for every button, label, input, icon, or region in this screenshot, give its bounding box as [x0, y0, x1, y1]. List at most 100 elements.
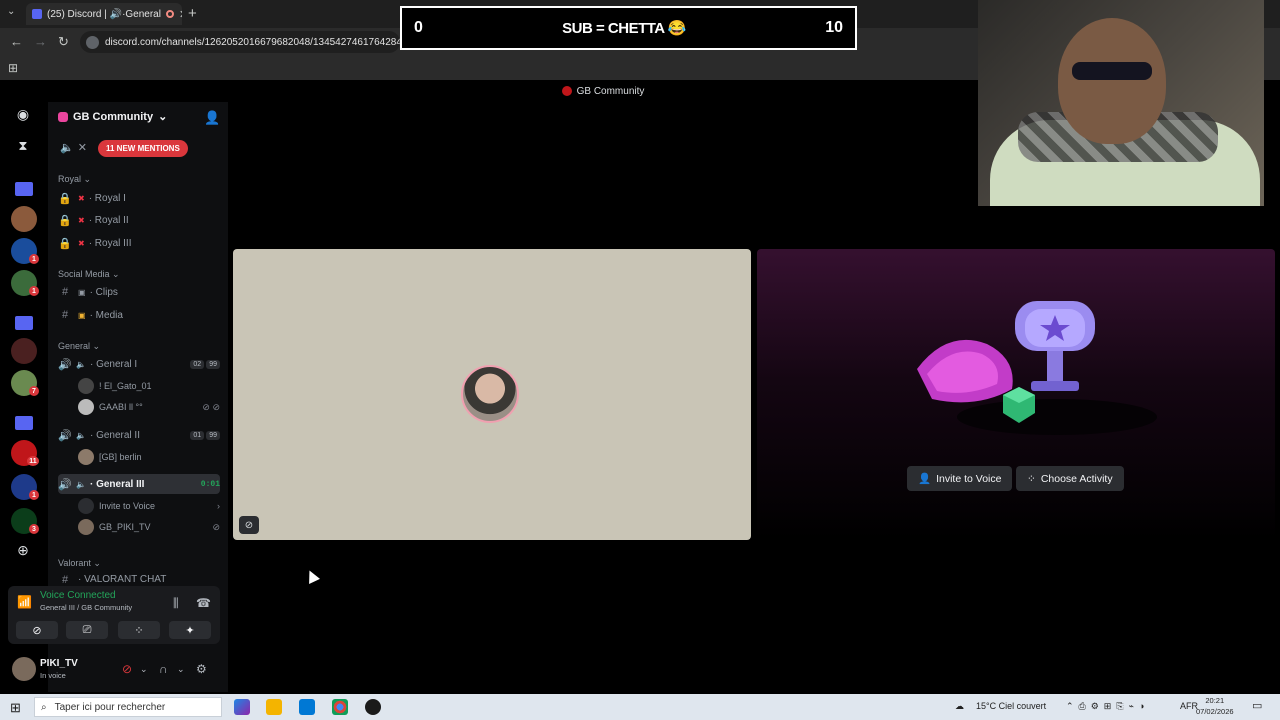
chevron-down-icon[interactable]: ⌄: [177, 664, 185, 675]
channel-clips[interactable]: # ▣ · Clips: [58, 282, 220, 302]
trophy-illustration: [917, 301, 1157, 435]
category-valorant[interactable]: Valorant ⌄: [58, 558, 101, 569]
voice-status[interactable]: Voice Connected: [40, 590, 116, 601]
category-general[interactable]: General ⌄: [58, 341, 100, 352]
invite-icon: [78, 498, 94, 514]
voice-timer: 0:01: [200, 479, 220, 489]
chevron-down-icon: ⌄: [158, 111, 168, 123]
server-icon-2[interactable]: 1: [11, 238, 39, 264]
chevron-right-icon: ›: [217, 501, 220, 511]
hash-icon: #: [61, 286, 69, 298]
server-folder-icon[interactable]: [15, 416, 33, 430]
obs-icon[interactable]: [365, 699, 381, 715]
discord-home-icon[interactable]: ◉: [11, 106, 35, 126]
windows-start-icon[interactable]: ⊞: [10, 700, 21, 716]
lock-icon: 🔒: [58, 237, 72, 250]
noise-suppression-icon[interactable]: ⫼: [173, 596, 179, 611]
recording-icon: [165, 10, 174, 18]
server-icon-3[interactable]: 1: [11, 270, 39, 296]
server-header[interactable]: GB Community ⌄: [58, 110, 167, 123]
store-icon[interactable]: [299, 699, 315, 715]
copilot-icon[interactable]: [234, 699, 250, 715]
voice-user[interactable]: GAABI ll °° ⊘ ⊘: [78, 397, 220, 417]
server-icon: [561, 86, 572, 96]
mute-mic-icon[interactable]: ⊘: [122, 662, 132, 676]
chevron-down-icon[interactable]: ⌄: [140, 664, 148, 675]
speaker-icon: 🔊: [58, 478, 72, 491]
site-info-icon[interactable]: [86, 35, 99, 49]
avatar[interactable]: [12, 657, 36, 681]
invite-to-voice-button[interactable]: 👤 Invite to Voice: [907, 466, 1013, 491]
server-icon-7[interactable]: 3: [11, 508, 39, 534]
server-folder-icon[interactable]: [15, 316, 33, 330]
activities-button[interactable]: ⁘: [118, 621, 160, 639]
apps-grid-icon[interactable]: ⊞: [8, 61, 18, 75]
category-social-media[interactable]: Social Media ⌄: [58, 269, 120, 280]
avatar: [461, 365, 519, 423]
headphones-icon[interactable]: ∩: [159, 662, 168, 676]
invite-member-icon[interactable]: 👤: [204, 110, 220, 126]
add-user-icon: 👤: [918, 473, 932, 485]
server-icon-5[interactable]: 7: [11, 370, 39, 396]
window-title-text: GB Community: [576, 85, 645, 97]
channel-valorant-chat[interactable]: # · VALORANT CHAT: [58, 574, 220, 584]
new-mentions-pill[interactable]: 11 NEW MENTIONS: [98, 140, 188, 157]
reload-icon[interactable]: ↻: [58, 34, 69, 50]
server-badge: 1: [29, 286, 39, 296]
forward-arrow-icon[interactable]: →: [34, 34, 47, 49]
invite-to-voice-row[interactable]: Invite to Voice ›: [78, 496, 220, 516]
channel-royal-2[interactable]: 🔒 ✖ · Royal II: [58, 210, 220, 230]
muted-icon: ⊘: [239, 516, 259, 534]
close-tab-icon[interactable]: ✕: [179, 8, 182, 21]
weather-text[interactable]: 15°C Ciel couvert: [976, 701, 1046, 711]
overlay-center-text: SUB = CHETTA 😂: [562, 20, 686, 37]
server-icon-4[interactable]: [11, 338, 37, 364]
soundboard-button[interactable]: ✦: [169, 621, 211, 639]
category-royal[interactable]: Royal ⌄: [58, 174, 91, 185]
channel-royal-3[interactable]: 🔒 ✖ · Royal III: [58, 233, 220, 253]
tab-search-chevron-icon[interactable]: ⌄: [7, 6, 15, 17]
settings-gear-icon[interactable]: ⚙: [196, 662, 207, 676]
voice-channel-label[interactable]: General III / GB Community: [40, 603, 132, 612]
server-badge: 3: [29, 524, 39, 534]
system-tray-icons[interactable]: ⌃⎙⚙⊞⎘⌁◑: [1066, 701, 1149, 712]
screen-share-button[interactable]: ⎚: [66, 621, 108, 639]
url-field[interactable]: discord.com/channels/1262052016679682048…: [80, 31, 400, 53]
channel-royal-1[interactable]: 🔒 ✖ · Royal I: [58, 188, 220, 208]
add-server-icon[interactable]: ⊕: [11, 542, 35, 562]
server-badge: 11: [27, 456, 39, 466]
search-icon: ⌕: [41, 701, 47, 713]
username[interactable]: PIKI_TV: [40, 658, 78, 669]
server-icon-1[interactable]: [11, 206, 37, 232]
new-tab-button[interactable]: +: [188, 5, 197, 22]
server-icon-gb-community[interactable]: 11: [11, 440, 39, 466]
taskbar-clock[interactable]: 20:21 07/02/2026: [1196, 695, 1234, 717]
back-arrow-icon[interactable]: ←: [10, 34, 23, 49]
voice-user[interactable]: [GB] berlin: [78, 447, 220, 467]
voice-user-tile[interactable]: ⊘: [233, 249, 751, 540]
choose-activity-button[interactable]: ⁘ Choose Activity: [1016, 466, 1124, 491]
file-explorer-icon[interactable]: [266, 699, 282, 715]
discord-window-title: GB Community: [228, 80, 978, 102]
tab-title: (25) Discord | 🔊·General: [47, 8, 161, 20]
chrome-icon[interactable]: [332, 699, 348, 715]
weather-icon[interactable]: ☁: [955, 701, 964, 712]
voice-user[interactable]: GB_PIKI_TV ⊘: [78, 517, 220, 537]
hourglass-icon[interactable]: ⧗: [11, 138, 35, 158]
disconnect-icon[interactable]: ☎: [196, 596, 211, 610]
server-icon-6[interactable]: 1: [11, 474, 39, 500]
server-badge-icon: [58, 111, 68, 122]
server-folder-icon[interactable]: [15, 182, 33, 196]
notifications-icon[interactable]: ▭: [1252, 699, 1262, 712]
channel-general-2[interactable]: 🔊 🔈 · General II 01 99: [58, 425, 220, 445]
speaker-icon: 🔊: [58, 358, 72, 371]
channel-media[interactable]: # ▣ · Media: [58, 305, 220, 325]
browser-tab-discord[interactable]: (25) Discord | 🔊·General ✕: [26, 3, 182, 25]
speaker-icon: 🔊: [58, 429, 72, 442]
voice-user[interactable]: ! El_Gato_01: [78, 376, 220, 396]
stream-overlay-banner: 0 SUB = CHETTA 😂 10: [400, 6, 857, 50]
taskbar-search-input[interactable]: ⌕ Taper ici pour rechercher: [34, 697, 222, 717]
camera-button[interactable]: ⊘: [16, 621, 58, 639]
channel-general-3[interactable]: 🔊 🔈 · General III 0:01: [58, 474, 220, 494]
channel-general-1[interactable]: 🔊 🔈 · General I 02 99: [58, 354, 220, 374]
